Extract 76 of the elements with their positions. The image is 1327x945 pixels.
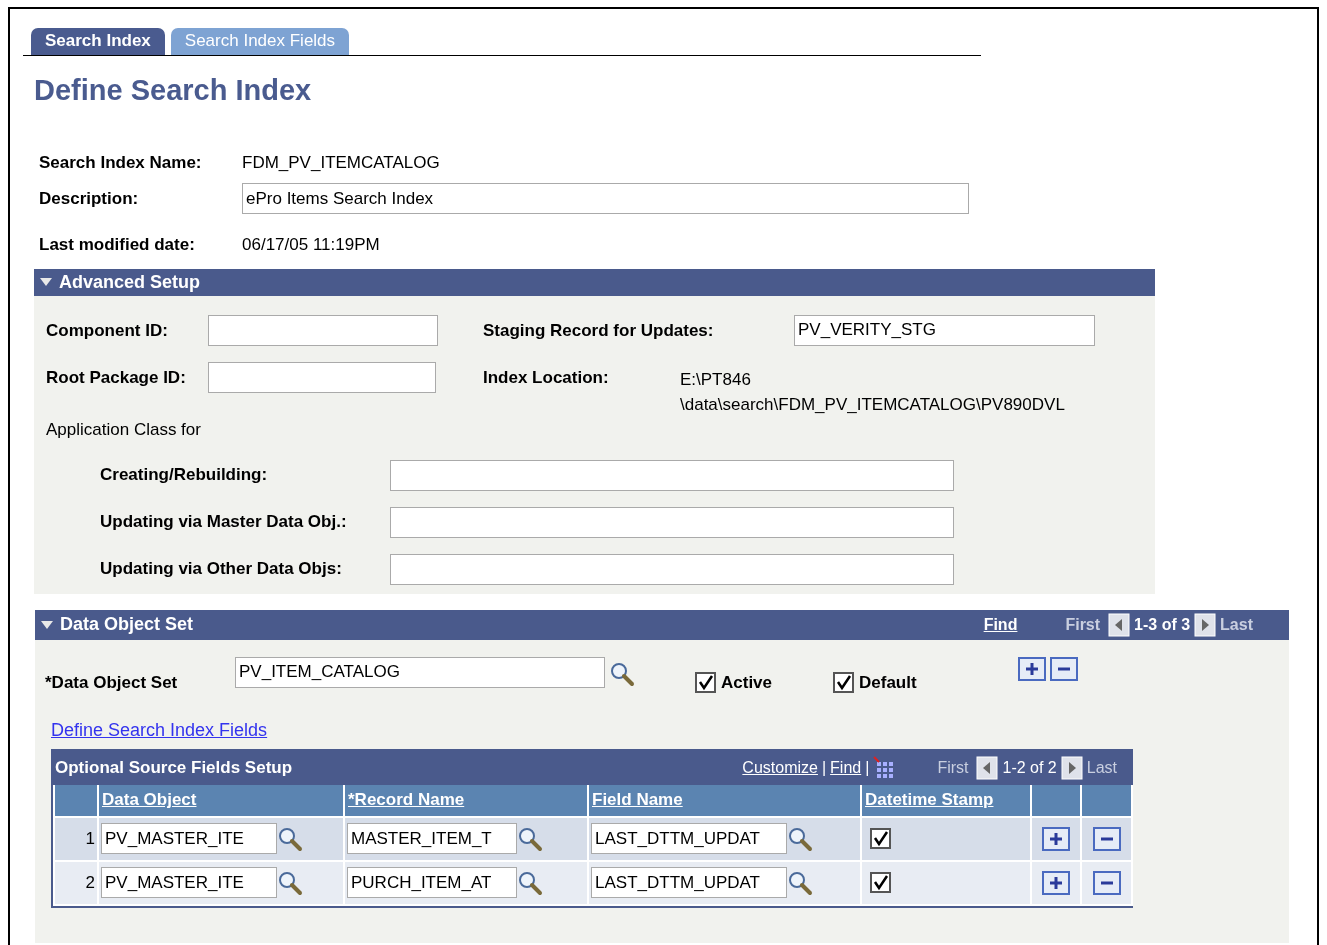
checkbox[interactable] (833, 671, 855, 694)
toolbar-link[interactable]: Customize (742, 755, 818, 780)
separator: | (821, 757, 827, 778)
record-count: 1-3 of 3 (1134, 614, 1191, 635)
minus-icon (1050, 656, 1078, 681)
data-object-set-field[interactable]: PV_ITEM_CATALOG (235, 656, 605, 688)
text-field[interactable]: PV_MASTER_ITE (101, 823, 277, 854)
delete-row-button[interactable] (1050, 656, 1078, 681)
collapse-triangle-icon[interactable] (40, 278, 52, 286)
checkbox-label: Active (721, 671, 773, 694)
field-label: Creating/Rebuilding: (100, 464, 269, 487)
last-label: Last (1086, 757, 1117, 778)
field-label: Description: (39, 187, 140, 210)
minus-icon (1092, 871, 1121, 896)
search-icon[interactable] (517, 869, 543, 896)
field-label: *Data Object Set (45, 671, 179, 694)
field-label: Component ID: (46, 319, 169, 342)
field-value: 06/17/05 11:19PM (242, 233, 380, 256)
first-label: First (1065, 614, 1101, 635)
field-label: Staging Record for Updates: (483, 319, 715, 342)
plus-icon (1018, 656, 1046, 681)
text-field[interactable]: PV_VERITY_STG (794, 314, 1095, 346)
tab[interactable]: Search Index (31, 28, 165, 55)
checkbox[interactable] (870, 869, 892, 892)
section-caption: Application Class for (46, 418, 202, 441)
plus-icon (1042, 871, 1070, 896)
section-title: Data Object Set (60, 613, 194, 636)
search-icon[interactable] (517, 825, 543, 852)
minus-icon (1092, 827, 1121, 852)
define-fields-link[interactable]: Define Search Index Fields (51, 716, 268, 744)
field-value: FDM_PV_ITEMCATALOG (242, 151, 440, 174)
text-field[interactable] (208, 361, 436, 393)
toolbar-link[interactable]: Find (830, 755, 862, 780)
text-field[interactable]: PURCH_ITEM_AT (347, 867, 517, 898)
section-title: Advanced Setup (59, 270, 201, 294)
field-label: Root Package ID: (46, 366, 187, 389)
field-label: Search Index Name: (39, 151, 203, 174)
search-icon[interactable] (787, 825, 813, 852)
field-label: Index Location: (483, 366, 610, 389)
checkbox[interactable] (695, 671, 717, 694)
field-label: Updating via Other Data Objs: (100, 558, 343, 581)
record-count: 1-2 of 2 (1002, 757, 1057, 778)
delete-row-button[interactable] (1092, 869, 1121, 894)
field-label: Last modified date: (39, 233, 196, 256)
text-field[interactable]: MASTER_ITEM_T (347, 823, 517, 854)
text-field[interactable] (208, 314, 438, 346)
search-icon[interactable] (277, 825, 303, 852)
index-location-value: \data\search\FDM_PV_ITEMCATALOG\PV890DVL (680, 393, 1065, 416)
search-icon[interactable] (609, 660, 635, 687)
text-field[interactable]: LAST_DTTM_UPDAT (591, 823, 787, 854)
search-icon[interactable] (787, 869, 813, 896)
text-field[interactable] (390, 553, 954, 585)
add-row-button[interactable] (1018, 656, 1046, 681)
page-title: Define Search Index (34, 73, 313, 108)
last-label: Last (1220, 614, 1253, 635)
collapse-triangle-icon[interactable] (41, 620, 53, 629)
find-link[interactable]: Find (983, 612, 1018, 637)
add-row-button[interactable] (1042, 825, 1070, 850)
description-field[interactable]: ePro Items Search Index (242, 183, 969, 214)
delete-row-button[interactable] (1092, 825, 1121, 850)
index-location-value: E:\PT846 (680, 368, 752, 391)
text-field[interactable] (390, 506, 954, 538)
row-number: 1 (54, 816, 98, 861)
add-row-button[interactable] (1042, 869, 1070, 894)
checkbox-label: Default (859, 671, 917, 694)
search-icon[interactable] (277, 869, 303, 896)
row-number: 2 (54, 860, 98, 905)
first-label: First (937, 757, 969, 778)
checkbox[interactable] (870, 825, 892, 848)
text-field[interactable] (390, 459, 954, 491)
text-field[interactable]: PV_MASTER_ITE (101, 867, 277, 898)
field-label: Updating via Master Data Obj.: (100, 511, 348, 534)
separator: | (865, 757, 870, 778)
plus-icon (1042, 827, 1070, 852)
text-field[interactable]: LAST_DTTM_UPDAT (591, 867, 787, 898)
grid-title: Optional Source Fields Setup (55, 756, 293, 779)
